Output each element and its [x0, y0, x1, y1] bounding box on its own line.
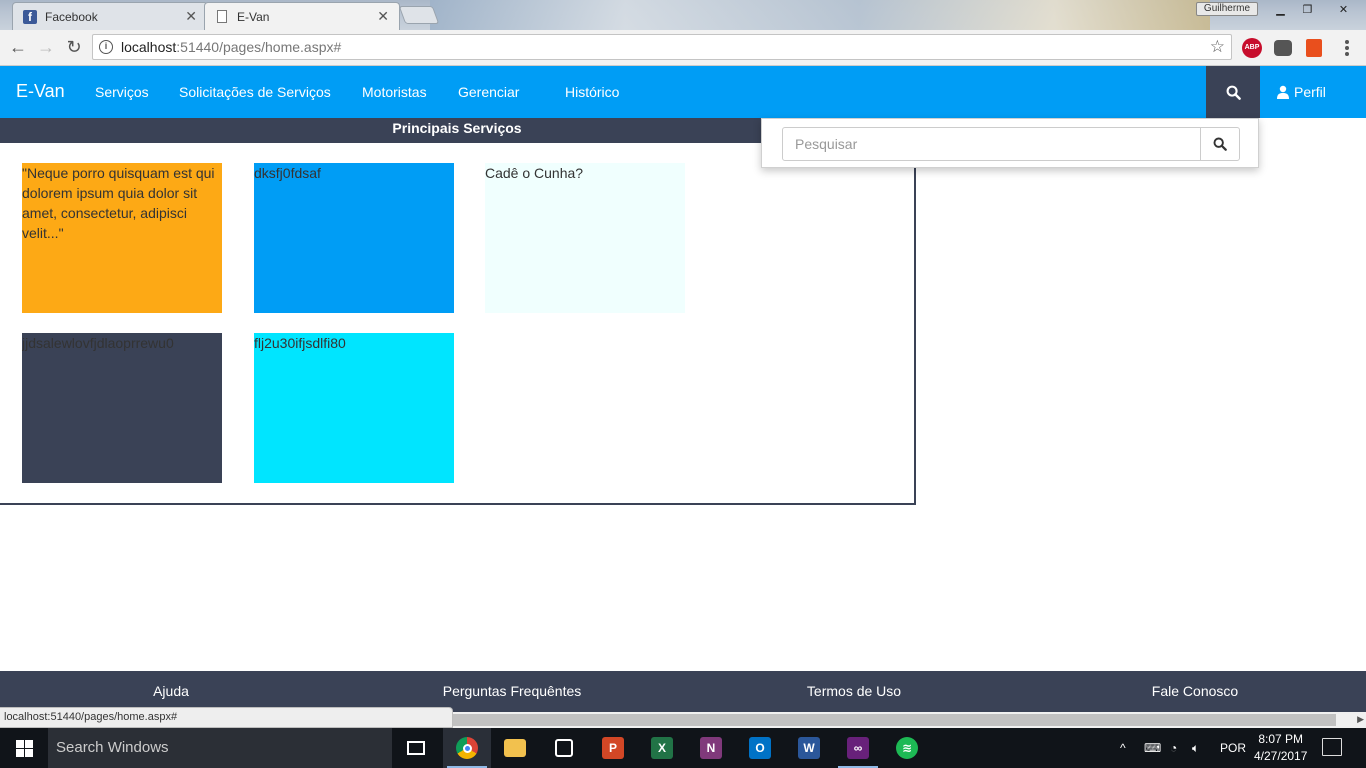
visual-studio-icon[interactable]: ∞	[834, 728, 882, 768]
language-indicator[interactable]: POR	[1220, 728, 1246, 768]
forward-arrow-icon[interactable]: →	[32, 34, 60, 62]
chrome-icon[interactable]	[443, 728, 491, 768]
service-card[interactable]: jjdsalewlovfjdlaoprrewu0	[22, 333, 222, 483]
url-bar[interactable]: i localhost:51440/pages/home.aspx# ☆	[92, 34, 1232, 60]
keyboard-icon[interactable]: ⌨	[1144, 728, 1161, 768]
url-host: localhost	[121, 39, 177, 55]
powerpoint-icon[interactable]: P	[589, 728, 637, 768]
new-tab-button[interactable]	[398, 6, 440, 24]
services-panel: Principais Serviços "Neque porro quisqua…	[0, 118, 916, 505]
store-icon[interactable]	[540, 728, 588, 768]
service-card[interactable]: flj2u30ifjsdlfi80	[254, 333, 454, 483]
nav-link-gerenciar[interactable]: Gerenciar	[458, 84, 519, 100]
pocket-icon[interactable]	[1274, 40, 1292, 56]
clock-time: 8:07 PM	[1258, 732, 1304, 746]
nav-link-historico[interactable]: Histórico	[565, 84, 619, 100]
notifications-icon[interactable]	[1322, 738, 1342, 756]
excel-icon[interactable]: X	[638, 728, 686, 768]
windows-taskbar: Search Windows P X N O W ∞ ≋ ^ ⌨ ◔ 🔈︎ PO…	[0, 728, 1366, 768]
search-submit-button[interactable]	[1200, 127, 1240, 161]
windows-start-button[interactable]	[0, 728, 48, 768]
browser-tab-evan[interactable]: E-Van ✕	[204, 2, 400, 30]
footer-link-ajuda[interactable]: Ajuda	[153, 683, 189, 699]
status-bubble-url: localhost:51440/pages/home.aspx#	[0, 707, 453, 728]
back-arrow-icon[interactable]: ←	[4, 34, 32, 62]
tray-chevron-icon[interactable]: ^	[1120, 728, 1126, 768]
service-card-text: Cadê o Cunha?	[485, 165, 584, 181]
taskbar-search[interactable]: Search Windows	[48, 728, 392, 768]
url-path: :51440/pages/home.aspx#	[176, 39, 342, 55]
browser-tab-facebook[interactable]: f Facebook ✕	[12, 2, 208, 30]
search-icon	[1226, 85, 1241, 100]
scroll-right-icon[interactable]: ▶	[1357, 714, 1364, 725]
service-card-text: flj2u30ifjsdlfi80	[254, 335, 346, 351]
bookmark-star-icon[interactable]: ☆	[1210, 37, 1225, 57]
minimize-icon[interactable]: ▁	[1267, 0, 1294, 18]
office-icon[interactable]	[1306, 39, 1322, 57]
wifi-icon[interactable]: ◔	[1170, 728, 1177, 768]
page-icon	[217, 10, 227, 23]
search-dropdown	[761, 118, 1259, 168]
outlook-icon[interactable]: O	[736, 728, 784, 768]
browser-toolbar: ← → ↻ i localhost:51440/pages/home.aspx#…	[0, 30, 1366, 66]
service-card[interactable]: dksfj0fdsaf	[254, 163, 454, 313]
window-close-icon[interactable]: ✕	[1321, 0, 1366, 18]
service-card-text: dksfj0fdsaf	[254, 165, 321, 181]
onenote-icon[interactable]: N	[687, 728, 735, 768]
service-card[interactable]: Cadê o Cunha?	[485, 163, 685, 313]
word-icon[interactable]: W	[785, 728, 833, 768]
adblock-plus-icon[interactable]: ABP	[1242, 38, 1262, 58]
restore-icon[interactable]: ❐	[1294, 0, 1321, 18]
facebook-icon: f	[23, 9, 37, 24]
search-toggle-button[interactable]	[1206, 66, 1260, 118]
browser-menu-icon[interactable]	[1342, 38, 1352, 58]
footer-link-faq[interactable]: Perguntas Frequêntes	[443, 683, 582, 699]
service-card-text: "Neque porro quisquam est qui dolorem ip…	[22, 165, 215, 241]
close-tab-icon[interactable]: ✕	[377, 8, 389, 25]
windows-logo-icon	[15, 739, 33, 757]
nav-link-motoristas[interactable]: Motoristas	[362, 84, 427, 100]
spotify-icon[interactable]: ≋	[883, 728, 931, 768]
close-tab-icon[interactable]: ✕	[185, 8, 197, 25]
nav-link-solicitacoes[interactable]: Solicitações de Serviços	[179, 84, 331, 100]
tab-title: E-Van	[237, 9, 270, 24]
taskbar-clock[interactable]: 8:07 PM 4/27/2017	[1254, 731, 1307, 765]
file-explorer-icon[interactable]	[491, 728, 539, 768]
nav-link-servicos[interactable]: Serviços	[95, 84, 149, 100]
service-card[interactable]: "Neque porro quisquam est qui dolorem ip…	[22, 163, 222, 313]
footer-link-contato[interactable]: Fale Conosco	[1152, 683, 1238, 699]
search-input[interactable]	[782, 127, 1201, 161]
brand-logo[interactable]: E-Van	[16, 81, 65, 102]
site-info-icon[interactable]: i	[99, 40, 113, 54]
volume-icon[interactable]: 🔈︎	[1192, 728, 1199, 768]
user-icon	[1277, 85, 1289, 99]
site-footer: Ajuda Perguntas Frequêntes Termos de Uso…	[0, 671, 1366, 712]
profile-label: Perfil	[1294, 84, 1326, 100]
clock-date: 4/27/2017	[1254, 749, 1308, 763]
reload-icon[interactable]: ↻	[60, 34, 88, 62]
window-user-badge[interactable]: Guilherme	[1196, 2, 1258, 16]
site-navbar: E-Van Serviços Solicitações de Serviços …	[0, 66, 1366, 118]
profile-link[interactable]: Perfil	[1276, 84, 1326, 100]
footer-link-termos[interactable]: Termos de Uso	[807, 683, 901, 699]
search-icon	[1213, 137, 1227, 151]
service-card-text: jjdsalewlovfjdlaoprrewu0	[22, 335, 174, 351]
browser-tab-strip: f Facebook ✕ E-Van ✕ Guilherme ▁ ❐ ✕	[0, 0, 1366, 30]
task-view-icon[interactable]	[392, 728, 440, 768]
tab-title: Facebook	[45, 9, 98, 24]
